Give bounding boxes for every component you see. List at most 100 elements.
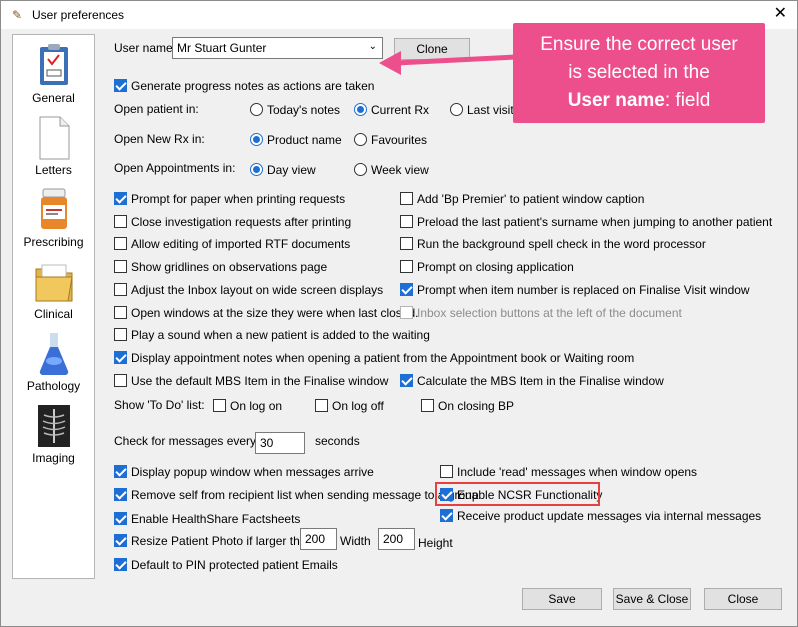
checkbox[interactable] [114, 283, 127, 296]
radio-product-name[interactable]: Product name [250, 133, 342, 147]
checkbox[interactable] [114, 558, 127, 571]
checkbox[interactable] [400, 215, 413, 228]
option-prompt-item-replaced[interactable]: Prompt when item number is replaced on F… [400, 283, 750, 297]
callout-line-2: is selected in the [568, 62, 710, 83]
checkbox[interactable] [114, 351, 127, 364]
sidebar-item-label: Pathology [26, 379, 81, 393]
ncsr-highlight-box [435, 482, 600, 506]
save-close-button[interactable]: Save & Close [613, 588, 691, 610]
option-pin-emails[interactable]: Default to PIN protected patient Emails [114, 558, 338, 572]
callout-line-3: User name: field [567, 90, 711, 111]
progress-notes-option[interactable]: Generate progress notes as actions are t… [114, 79, 374, 93]
radio-button[interactable] [354, 103, 367, 116]
checkbox[interactable] [114, 534, 127, 547]
save-button[interactable]: Save [522, 588, 602, 610]
todo-on-closing-bp[interactable]: On closing BP [421, 399, 514, 413]
checkbox[interactable] [114, 512, 127, 525]
option-popup-messages[interactable]: Display popup window when messages arriv… [114, 465, 374, 479]
option-allow-rtf-editing[interactable]: Allow editing of imported RTF documents [114, 237, 350, 251]
option-close-investigation[interactable]: Close investigation requests after print… [114, 215, 351, 229]
option-open-windows-size[interactable]: Open windows at the size they were when … [114, 306, 418, 320]
sidebar-item-label: Clinical [34, 307, 73, 321]
option-adjust-inbox[interactable]: Adjust the Inbox layout on wide screen d… [114, 283, 383, 297]
checkbox[interactable] [421, 399, 434, 412]
option-show-gridlines[interactable]: Show gridlines on observations page [114, 260, 327, 274]
user-name-value: Mr Stuart Gunter [177, 41, 267, 55]
checkbox[interactable] [114, 306, 127, 319]
radio-last-visit[interactable]: Last visit [450, 103, 514, 117]
instruction-callout: Ensure the correct user is selected in t… [513, 23, 765, 123]
option-product-updates[interactable]: Receive product update messages via inte… [440, 509, 761, 523]
radio-day-view[interactable]: Day view [250, 163, 316, 177]
option-play-sound[interactable]: Play a sound when a new patient is added… [114, 328, 430, 342]
photo-height-label: Height [418, 536, 453, 550]
option-prompt-closing[interactable]: Prompt on closing application [400, 260, 574, 274]
preferences-sidebar: General Letters Prescribing Clinical Pat… [12, 34, 95, 579]
radio-button[interactable] [450, 103, 463, 116]
todo-on-log-off[interactable]: On log off [315, 399, 384, 413]
close-window-icon[interactable]: ✕ [774, 6, 787, 22]
checkbox[interactable] [114, 260, 127, 273]
photo-width-input[interactable]: 200 [300, 528, 337, 550]
radio-button[interactable] [250, 103, 263, 116]
folder-icon [34, 259, 74, 305]
todo-on-log-on[interactable]: On log on [213, 399, 282, 413]
checkbox[interactable] [114, 215, 127, 228]
sidebar-item-prescribing[interactable]: Prescribing [13, 183, 94, 255]
sidebar-item-letters[interactable]: Letters [13, 111, 94, 183]
option-resize-photo[interactable]: Resize Patient Photo if larger than: [114, 534, 316, 548]
radio-button[interactable] [250, 163, 263, 176]
messages-interval-input[interactable]: 30 [255, 432, 305, 454]
checkbox[interactable] [400, 374, 413, 387]
radio-button[interactable] [354, 133, 367, 146]
sidebar-item-pathology[interactable]: Pathology [13, 327, 94, 399]
checkbox[interactable] [315, 399, 328, 412]
checkbox[interactable] [440, 509, 453, 522]
flask-icon [34, 331, 74, 377]
radio-button[interactable] [250, 133, 263, 146]
radio-week-view[interactable]: Week view [354, 163, 429, 177]
sidebar-item-label: General [32, 91, 75, 105]
option-spell-check[interactable]: Run the background spell check in the wo… [400, 237, 706, 251]
pill-bottle-icon [34, 187, 74, 233]
open-patient-label: Open patient in: [114, 102, 199, 116]
sidebar-item-general[interactable]: General [13, 39, 94, 111]
sidebar-item-clinical[interactable]: Clinical [13, 255, 94, 327]
checkbox[interactable] [114, 374, 127, 387]
checkbox[interactable] [400, 260, 413, 273]
option-include-read[interactable]: Include 'read' messages when window open… [440, 465, 697, 479]
document-icon [34, 115, 74, 161]
radio-current-rx[interactable]: Current Rx [354, 103, 429, 117]
checkbox[interactable] [440, 465, 453, 478]
checkbox[interactable] [114, 488, 127, 501]
progress-notes-checkbox[interactable] [114, 79, 127, 92]
radio-favourites[interactable]: Favourites [354, 133, 427, 147]
option-remove-self[interactable]: Remove self from recipient list when sen… [114, 488, 479, 502]
open-appt-label: Open Appointments in: [114, 161, 236, 175]
user-preferences-window: ✎ User preferences ✕ General Letters Pre… [0, 0, 798, 627]
checkbox[interactable] [400, 192, 413, 205]
checkbox[interactable] [114, 465, 127, 478]
checkbox[interactable] [114, 237, 127, 250]
sidebar-item-label: Letters [35, 163, 72, 177]
option-healthshare[interactable]: Enable HealthShare Factsheets [114, 512, 300, 526]
checkbox[interactable] [400, 283, 413, 296]
checkbox[interactable] [114, 328, 127, 341]
radio-button[interactable] [354, 163, 367, 176]
close-button[interactable]: Close [704, 588, 782, 610]
sidebar-item-imaging[interactable]: Imaging [13, 399, 94, 471]
user-name-select[interactable]: Mr Stuart Gunter ⌄ [172, 37, 383, 59]
option-prompt-paper[interactable]: Prompt for paper when printing requests [114, 192, 345, 206]
option-preload-surname[interactable]: Preload the last patient's surname when … [400, 215, 772, 229]
messages-label: Check for messages every [114, 434, 257, 448]
checkbox[interactable] [213, 399, 226, 412]
checkbox[interactable] [114, 192, 127, 205]
checkbox[interactable] [400, 237, 413, 250]
option-default-mbs[interactable]: Use the default MBS Item in the Finalise… [114, 374, 388, 388]
photo-height-input[interactable]: 200 [378, 528, 415, 550]
option-bp-caption[interactable]: Add 'Bp Premier' to patient window capti… [400, 192, 644, 206]
photo-width-label: Width [340, 534, 371, 548]
radio-todays-notes[interactable]: Today's notes [250, 103, 340, 117]
option-display-appt-notes[interactable]: Display appointment notes when opening a… [114, 351, 634, 365]
option-calculate-mbs[interactable]: Calculate the MBS Item in the Finalise w… [400, 374, 664, 388]
